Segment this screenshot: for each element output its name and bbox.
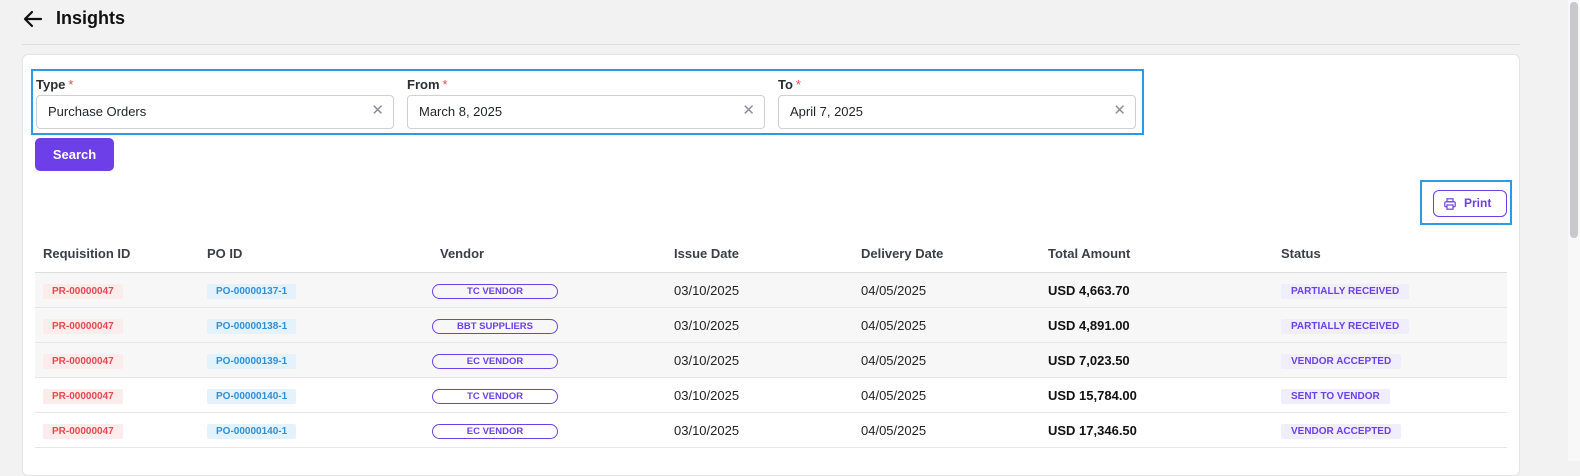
printer-icon (1444, 198, 1456, 210)
scrollbar[interactable] (1568, 0, 1580, 461)
from-date-input[interactable]: March 8, 2025 ✕ (407, 95, 765, 129)
type-label: Type * (36, 77, 74, 92)
status-badge: VENDOR ACCEPTED (1281, 353, 1402, 369)
issue-date-cell: 03/10/2025 (666, 307, 853, 343)
issue-date-cell: 03/10/2025 (666, 412, 853, 448)
table-header-row: Requisition ID PO ID Vendor Issue Date D… (35, 235, 1507, 273)
total-amount-cell: USD 17,346.50 (1040, 412, 1273, 448)
total-amount-cell: USD 7,023.50 (1040, 342, 1273, 378)
delivery-date-cell: 04/05/2025 (853, 377, 1040, 413)
from-label: From * (407, 77, 448, 92)
delivery-date-cell: 04/05/2025 (853, 342, 1040, 378)
table-row[interactable]: PR-00000047 PO-00000137-1 TC VENDOR 03/1… (35, 272, 1507, 308)
arrow-left-icon[interactable] (22, 9, 44, 29)
from-field: From * March 8, 2025 ✕ (407, 77, 765, 129)
requisition-id-badge[interactable]: PR-00000047 (43, 283, 123, 299)
column-header[interactable]: Status (1273, 235, 1507, 273)
required-mark: * (68, 77, 74, 92)
filters-group: Type * Purchase Orders ✕ From * March 8, 2… (31, 69, 1144, 135)
issue-date-cell: 03/10/2025 (666, 342, 853, 378)
type-select[interactable]: Purchase Orders ✕ (36, 95, 394, 129)
status-badge: PARTIALLY RECEIVED (1281, 283, 1410, 299)
vendor-badge[interactable]: TC VENDOR (432, 283, 558, 299)
table-row[interactable]: PR-00000047 PO-00000140-1 EC VENDOR 03/1… (35, 412, 1507, 448)
vendor-badge[interactable]: EC VENDOR (432, 423, 558, 439)
requisition-id-badge[interactable]: PR-00000047 (43, 388, 123, 404)
type-field: Type * Purchase Orders ✕ (36, 77, 394, 129)
close-icon[interactable]: ✕ (371, 103, 384, 119)
po-id-badge[interactable]: PO-00000137-1 (207, 283, 297, 299)
to-date-input[interactable]: April 7, 2025 ✕ (778, 95, 1136, 129)
table-row[interactable]: PR-00000047 PO-00000138-1 BBT SUPPLIERS … (35, 307, 1507, 343)
delivery-date-cell: 04/05/2025 (853, 412, 1040, 448)
status-badge: PARTIALLY RECEIVED (1281, 318, 1410, 334)
delivery-date-cell: 04/05/2025 (853, 307, 1040, 343)
total-amount-cell: USD 15,784.00 (1040, 377, 1273, 413)
close-icon[interactable]: ✕ (1113, 103, 1126, 119)
status-badge: VENDOR ACCEPTED (1281, 423, 1402, 439)
required-mark: * (795, 77, 801, 92)
page-header: Insights (22, 0, 1520, 45)
po-id-badge[interactable]: PO-00000138-1 (207, 318, 297, 334)
vendor-badge[interactable]: EC VENDOR (432, 353, 558, 369)
column-header[interactable]: Total Amount (1040, 235, 1273, 273)
column-header[interactable]: Issue Date (666, 235, 853, 273)
po-id-badge[interactable]: PO-00000140-1 (207, 423, 297, 439)
print-label: Print (1464, 196, 1492, 210)
type-value: Purchase Orders (48, 104, 147, 119)
total-amount-cell: USD 4,663.70 (1040, 272, 1273, 308)
close-icon[interactable]: ✕ (742, 103, 755, 119)
requisition-id-badge[interactable]: PR-00000047 (43, 318, 123, 334)
issue-date-cell: 03/10/2025 (666, 377, 853, 413)
to-field: To * April 7, 2025 ✕ (778, 77, 1136, 129)
from-value: March 8, 2025 (419, 104, 503, 119)
po-id-badge[interactable]: PO-00000140-1 (207, 388, 297, 404)
vendor-badge[interactable]: TC VENDOR (432, 388, 558, 404)
to-value: April 7, 2025 (790, 104, 863, 119)
delivery-date-cell: 04/05/2025 (853, 272, 1040, 308)
scrollbar-thumb[interactable] (1570, 2, 1578, 238)
table-row[interactable]: PR-00000047 PO-00000140-1 TC VENDOR 03/1… (35, 377, 1507, 413)
column-header[interactable]: Vendor (432, 235, 666, 273)
column-header[interactable]: PO ID (199, 235, 432, 273)
total-amount-cell: USD 4,891.00 (1040, 307, 1273, 343)
search-button[interactable]: Search (35, 138, 114, 171)
column-header[interactable]: Delivery Date (853, 235, 1040, 273)
issue-date-cell: 03/10/2025 (666, 272, 853, 308)
vendor-badge[interactable]: BBT SUPPLIERS (432, 318, 558, 334)
required-mark: * (442, 77, 448, 92)
purchase-orders-table: Requisition ID PO ID Vendor Issue Date D… (35, 235, 1507, 448)
print-button[interactable]: Print (1433, 190, 1507, 217)
print-group: Print (1420, 180, 1512, 225)
requisition-id-badge[interactable]: PR-00000047 (43, 353, 123, 369)
insights-card: Type * Purchase Orders ✕ From * March 8, 2… (22, 54, 1520, 476)
column-header[interactable]: Requisition ID (35, 235, 199, 273)
table-row[interactable]: PR-00000047 PO-00000139-1 EC VENDOR 03/1… (35, 342, 1507, 378)
page-title: Insights (56, 8, 126, 28)
po-id-badge[interactable]: PO-00000139-1 (207, 353, 297, 369)
requisition-id-badge[interactable]: PR-00000047 (43, 423, 123, 439)
to-label: To * (778, 77, 801, 92)
status-badge: SENT TO VENDOR (1281, 388, 1390, 404)
